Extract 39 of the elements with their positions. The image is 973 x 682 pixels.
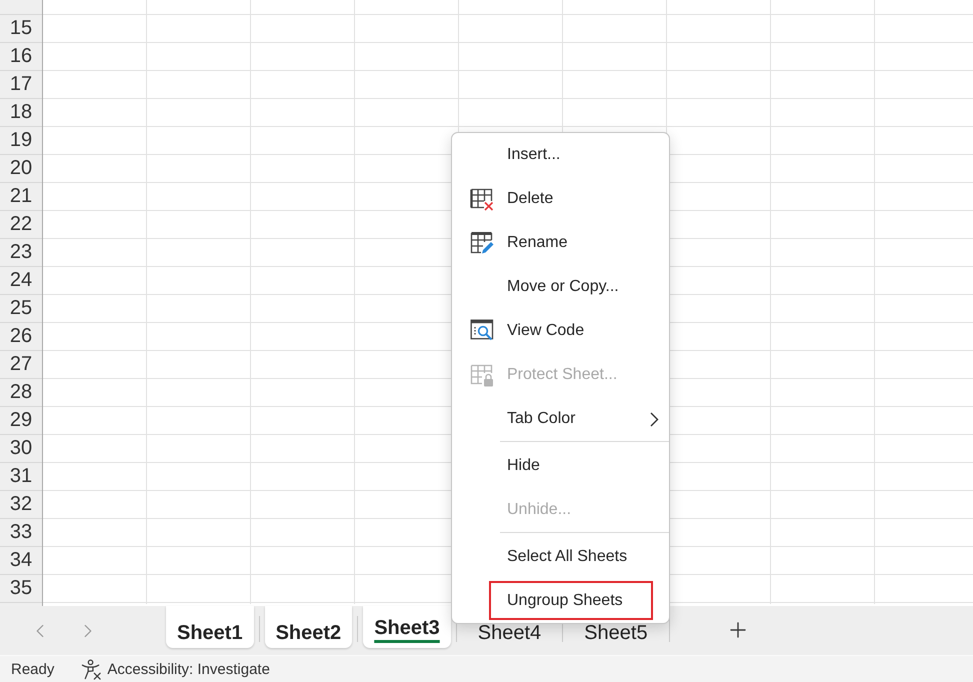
window-magnifier-icon bbox=[470, 319, 494, 343]
menu-item[interactable]: Tab Color bbox=[452, 397, 669, 441]
status-text: Ready bbox=[11, 660, 54, 678]
row-header[interactable]: 26 bbox=[0, 323, 42, 351]
menu-item[interactable]: Hide bbox=[452, 444, 669, 488]
row-header[interactable]: 35 bbox=[0, 575, 42, 603]
row-header[interactable]: 34 bbox=[0, 547, 42, 575]
table-lock-icon bbox=[470, 364, 494, 386]
row-header[interactable]: 20 bbox=[0, 155, 42, 183]
menu-item[interactable]: Select All Sheets bbox=[452, 535, 669, 579]
accessibility-button[interactable]: Accessibility: Investigate bbox=[81, 658, 270, 680]
row-header[interactable]: 32 bbox=[0, 491, 42, 519]
table-pencil-icon bbox=[470, 231, 494, 255]
accessibility-person-icon bbox=[81, 658, 102, 680]
row-header[interactable]: 22 bbox=[0, 211, 42, 239]
row-header[interactable]: 25 bbox=[0, 295, 42, 323]
table-cross-icon bbox=[470, 188, 494, 210]
sheet-tab[interactable]: Sheet2 bbox=[264, 606, 352, 648]
row-header[interactable]: 30 bbox=[0, 435, 42, 463]
row-header[interactable]: 17 bbox=[0, 71, 42, 99]
row-header[interactable]: 19 bbox=[0, 127, 42, 155]
row-header[interactable]: 27 bbox=[0, 351, 42, 379]
menu-item[interactable]: Insert... bbox=[452, 133, 669, 177]
menu-item[interactable]: Move or Copy... bbox=[452, 265, 669, 309]
row-header[interactable]: 31 bbox=[0, 463, 42, 491]
row-header[interactable]: 33 bbox=[0, 519, 42, 547]
row-header[interactable]: 23 bbox=[0, 239, 42, 267]
menu-item[interactable]: View Code bbox=[452, 309, 669, 353]
row-header[interactable]: 29 bbox=[0, 407, 42, 435]
row-header[interactable]: 18 bbox=[0, 99, 42, 127]
row-header[interactable]: 16 bbox=[0, 43, 42, 71]
row-header[interactable]: 28 bbox=[0, 379, 42, 407]
row-header[interactable]: 24 bbox=[0, 267, 42, 295]
row-header[interactable]: 15 bbox=[0, 15, 42, 43]
menu-item[interactable]: Rename bbox=[452, 221, 669, 265]
menu-item[interactable]: Delete bbox=[452, 177, 669, 221]
row-header[interactable]: 21 bbox=[0, 183, 42, 211]
sheet-tab[interactable]: Sheet1 bbox=[166, 606, 254, 648]
sheet-tab[interactable]: Sheet3 bbox=[363, 606, 451, 648]
